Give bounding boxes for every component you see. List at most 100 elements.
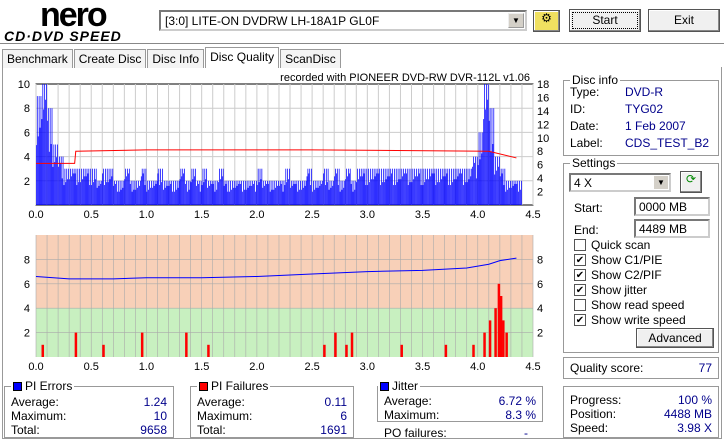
jitter-group: Jitter Average: 6.72 % Maximum: 8.3 % (377, 379, 543, 422)
disc-type: DVD-R (625, 85, 663, 99)
pie-bar (511, 180, 513, 205)
pie-bar (446, 173, 448, 205)
pi-failures-color-icon (199, 382, 208, 391)
chevron-down-icon[interactable]: ▼ (654, 176, 668, 189)
pie-bar (109, 179, 111, 205)
pie-bar (367, 185, 369, 205)
pie-bar (108, 168, 110, 205)
speed-value: 4 X (574, 176, 593, 190)
pie-bar (117, 180, 119, 205)
pie-bar (356, 182, 358, 205)
pie-bar (453, 179, 455, 205)
position-value: 4488 MB (663, 407, 712, 421)
pie-bar (191, 168, 193, 205)
pie-bar (165, 180, 167, 205)
pie-bar (94, 179, 96, 205)
pie-bar (448, 185, 450, 205)
tab-scandisc[interactable]: ScanDisc (280, 49, 341, 68)
pie-bar (210, 183, 212, 205)
total-label: Total: (11, 423, 40, 437)
y-tick-label: 8 (24, 254, 30, 266)
checkbox-show-write-speed[interactable]: ✔ Show write speed (574, 313, 686, 327)
pie-bar (70, 176, 72, 205)
drive-select[interactable]: [3:0] LITE-ON DVDRW LH-18A1P GL0F ▼ (159, 10, 527, 31)
pie-bar (102, 173, 104, 205)
pie-bar (152, 180, 154, 205)
pie-bar (280, 183, 282, 205)
pie-bar (492, 144, 494, 205)
pie-bar (68, 168, 69, 205)
pie-bar (430, 168, 432, 205)
pie-bar (48, 151, 50, 205)
pie-bar (107, 182, 109, 205)
advanced-button[interactable]: Advanced (636, 328, 714, 348)
pie-bar (467, 168, 469, 205)
pie-bar (481, 153, 483, 205)
pie-bar (425, 168, 427, 205)
checkbox-box[interactable]: ✔ (574, 284, 586, 296)
checkbox-box[interactable] (574, 239, 586, 251)
checkbox-show-c1-pie[interactable]: ✔ Show C1/PIE (574, 253, 662, 267)
pie-bar (344, 180, 346, 205)
checkbox-box[interactable]: ✔ (574, 269, 586, 281)
pie-bar (189, 180, 191, 205)
pie-bar (350, 183, 352, 205)
pie-bar (242, 191, 243, 205)
tab-disc-quality[interactable]: Disc Quality (205, 47, 280, 68)
pie-bar (327, 168, 329, 205)
avg-label: Average: (384, 394, 432, 408)
y2-tick-label: 2 (537, 187, 543, 199)
pie-bar (489, 108, 491, 205)
checkbox-box[interactable] (574, 299, 586, 311)
pie-bar (310, 185, 312, 205)
pie-bar (80, 182, 81, 205)
checkbox-show-read-speed[interactable]: Show read speed (574, 298, 684, 312)
pie-bar (475, 156, 476, 205)
end-input[interactable]: 4489 MB (634, 219, 710, 238)
tab-disc-info[interactable]: Disc Info (147, 49, 205, 68)
pie-bar (514, 183, 516, 205)
start-input[interactable]: 0000 MB (634, 197, 710, 216)
pie-bar (510, 187, 512, 205)
po-failures-label: PO failures: (384, 426, 447, 440)
checkbox-quick-scan[interactable]: Quick scan (574, 238, 650, 252)
pie-bar (125, 168, 127, 205)
start-button[interactable]: Start (569, 9, 641, 32)
pie-bar (168, 185, 170, 205)
checkbox-box[interactable]: ✔ (574, 254, 586, 266)
pie-bar (187, 180, 189, 205)
pie-bar (409, 182, 411, 205)
pie-bar (174, 180, 176, 205)
pie-bar (317, 187, 319, 205)
pie-bar (388, 168, 390, 205)
pie-bar (518, 191, 520, 205)
drive-settings-icon[interactable]: ⚙ (533, 10, 560, 32)
recorded-with: recorded with PIONEER DVD-RW DVR-112L v1… (280, 72, 530, 84)
pie-bar (230, 180, 231, 205)
chevron-down-icon[interactable]: ▼ (508, 13, 524, 28)
pie-bar (505, 191, 507, 205)
pie-bar (431, 173, 433, 205)
pie-bar (219, 168, 220, 205)
tab-create-disc[interactable]: Create Disc (73, 49, 147, 68)
refresh-icon[interactable]: ⟳ (680, 171, 702, 193)
pie-bar (369, 182, 370, 205)
checkbox-box[interactable]: ✔ (574, 314, 586, 326)
y-tick-label: 6 (24, 279, 30, 291)
pie-bar (423, 168, 425, 205)
total-label: Total: (197, 423, 226, 437)
pie-bar (217, 180, 219, 205)
pie-bar (205, 179, 207, 205)
pie-bar (154, 180, 156, 205)
pie-bar (458, 168, 460, 205)
pie-bar (255, 180, 257, 205)
exit-button[interactable]: Exit (648, 9, 720, 32)
speed-select[interactable]: 4 X ▼ (569, 173, 671, 192)
checkbox-show-c2-pif[interactable]: ✔ Show C2/PIF (574, 268, 662, 282)
checkbox-label: Quick scan (591, 238, 651, 252)
tab-benchmark[interactable]: Benchmark (2, 49, 73, 68)
pie-bar (454, 168, 456, 205)
x-tick-label: 2.0 (249, 209, 264, 221)
pie-bar (132, 180, 134, 205)
checkbox-show-jitter[interactable]: ✔ Show jitter (574, 283, 647, 297)
